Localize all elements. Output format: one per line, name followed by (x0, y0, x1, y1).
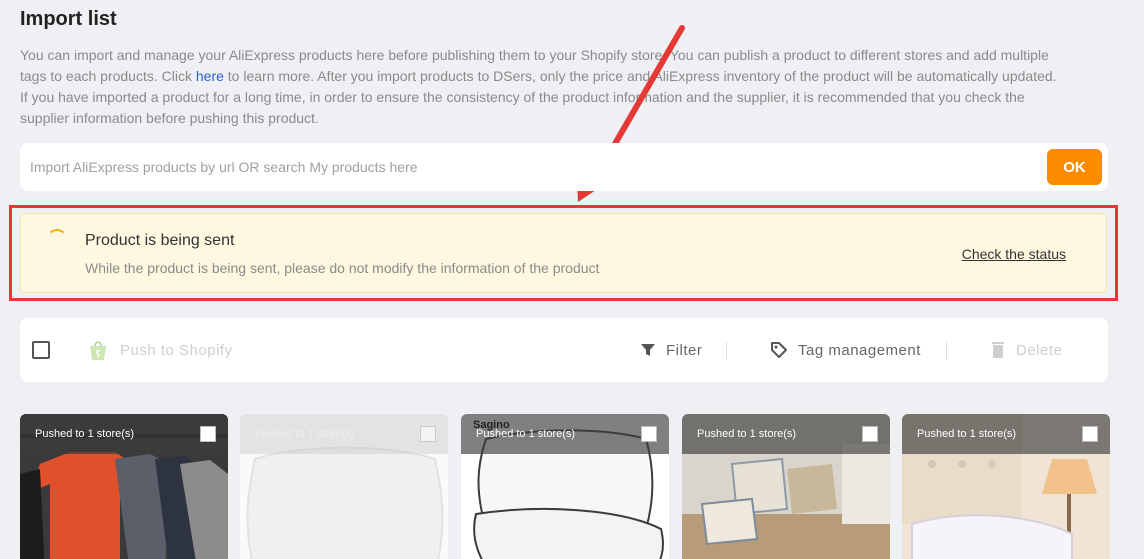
funnel-icon (641, 344, 655, 356)
sending-notice: Product is being sent While the product … (20, 213, 1107, 293)
card-status-label: Pushed to 1 store(s) (697, 428, 797, 440)
import-search-bar: OK (20, 143, 1108, 191)
tag-label: Tag management (798, 341, 921, 359)
toolbar-divider (946, 342, 947, 360)
tag-management-button[interactable]: Tag management (770, 340, 921, 360)
notice-text: While the product is being sent, please … (85, 260, 600, 276)
shopify-bag-icon (90, 341, 106, 360)
push-label: Push to Shopify (120, 341, 233, 359)
card-checkbox[interactable] (641, 426, 657, 442)
card-status-label: Pushed to 1 store(s) (255, 428, 355, 440)
loading-spinner-icon (47, 229, 67, 249)
ok-button[interactable]: OK (1047, 149, 1102, 185)
list-toolbar: Push to Shopify Filter Tag management De… (20, 318, 1108, 382)
product-card[interactable]: Pushed to 1 store(s) (240, 414, 448, 559)
delete-label: Delete (1016, 341, 1063, 359)
product-card[interactable]: Pushed to 1 store(s) (682, 414, 890, 559)
page-title: Import list (20, 8, 117, 30)
card-checkbox[interactable] (1082, 426, 1098, 442)
delete-button[interactable]: Delete (990, 340, 1062, 360)
card-status-label: Pushed to 1 store(s) (476, 428, 576, 440)
card-status-label: Pushed to 1 store(s) (35, 428, 135, 440)
select-all-checkbox[interactable] (32, 341, 50, 359)
check-status-link[interactable]: Check the status (962, 246, 1066, 262)
card-checkbox[interactable] (420, 426, 436, 442)
card-checkbox[interactable] (200, 426, 216, 442)
product-card[interactable]: Pushed to 1 store(s) (20, 414, 228, 559)
card-status-label: Pushed to 1 store(s) (917, 428, 1017, 440)
toolbar-divider (726, 342, 727, 360)
card-checkbox[interactable] (862, 426, 878, 442)
trash-icon (992, 342, 1004, 358)
push-to-shopify-button[interactable]: Push to Shopify (86, 340, 233, 360)
page-description: You can import and manage your AliExpres… (20, 45, 1065, 129)
import-search-input[interactable] (30, 151, 1030, 183)
learn-more-link[interactable]: here (196, 68, 224, 84)
filter-label: Filter (666, 341, 703, 359)
filter-button[interactable]: Filter (640, 340, 702, 360)
tag-icon (771, 342, 787, 358)
product-card[interactable]: Sagino Pushed to 1 store(s) (461, 414, 669, 559)
product-card[interactable]: Pushed to 1 store(s) (902, 414, 1110, 559)
notice-title: Product is being sent (85, 232, 235, 249)
